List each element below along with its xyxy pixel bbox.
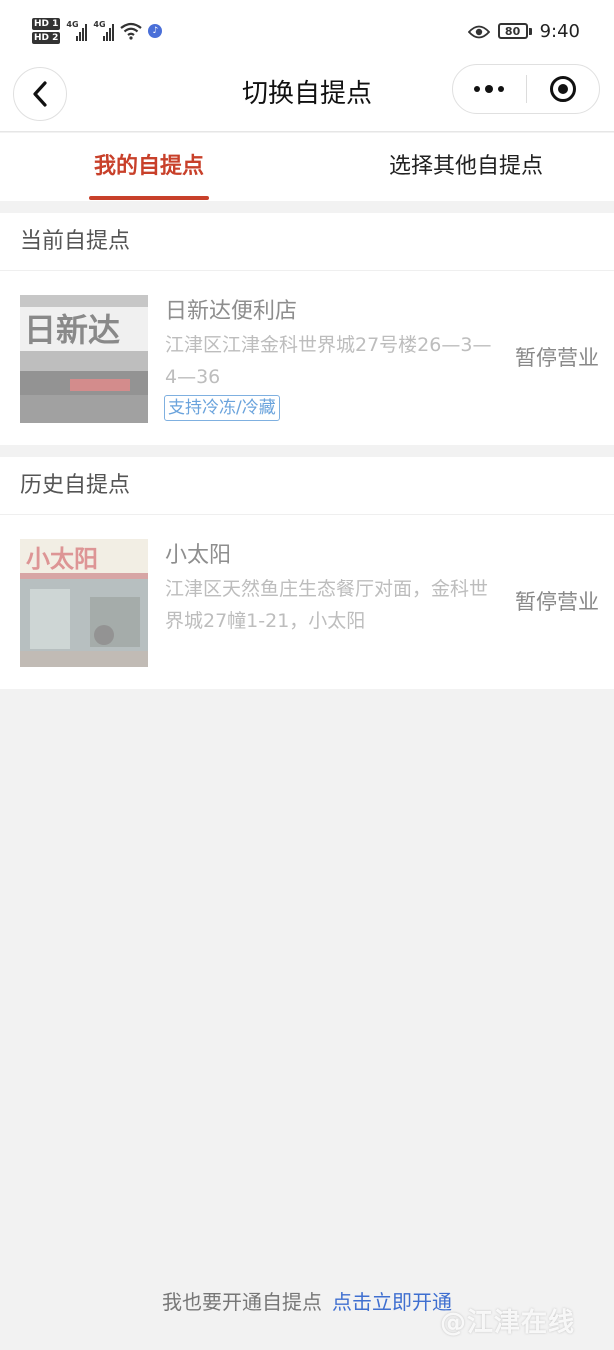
open-pickup-link[interactable]: 点击立即开通 <box>332 1290 452 1314</box>
signal-icon-2: 4G <box>93 20 115 41</box>
footer-text: 我也要开通自提点 <box>162 1290 322 1314</box>
store-name: 小太阳 <box>165 543 232 568</box>
tab-my-pickup[interactable]: 我的自提点 <box>88 133 210 201</box>
mini-program-capsule <box>452 64 600 114</box>
more-button[interactable] <box>453 65 526 113</box>
network2-label: 4G <box>93 20 106 29</box>
section-title: 历史自提点 <box>0 457 614 515</box>
chevron-left-icon <box>33 81 47 107</box>
tab-other-pickup[interactable]: 选择其他自提点 <box>378 133 554 201</box>
sim2-label: HD 2 <box>32 32 61 44</box>
section-title: 当前自提点 <box>0 213 614 271</box>
store-card[interactable]: 日新达 日新达便利店 江津区江津金科世界城27号楼26—3—4—36 支持冷冻/… <box>0 271 614 445</box>
target-circle-icon <box>549 76 576 102</box>
store-sign-text: 小太阳 <box>26 545 98 573</box>
store-address: 江津区江津金科世界城27号楼26—3—4—36 <box>165 334 492 388</box>
back-button[interactable] <box>13 67 67 121</box>
history-pickup-section: 历史自提点 小太阳 小太阳 江津区天然鱼庄生态餐厅对面，金科世界城27幢1-21… <box>0 457 614 689</box>
cold-storage-tag: 支持冷冻/冷藏 <box>164 395 280 421</box>
store-photo: 日新达 <box>20 295 148 423</box>
status-bar: HD 1 HD 2 4G 4G ♪ 80 9:40 <box>0 0 614 62</box>
tab-label: 选择其他自提点 <box>388 154 543 179</box>
battery-level: 80 <box>497 23 528 39</box>
status-left: HD 1 HD 2 4G 4G ♪ <box>32 14 163 48</box>
store-photo: 小太阳 <box>20 539 148 667</box>
signal-icon-1: 4G <box>66 20 88 41</box>
music-icon: ♪ <box>148 24 163 38</box>
store-status: 暂停营业 <box>515 590 599 614</box>
store-sign-text: 日新达 <box>24 311 120 349</box>
clock: 9:40 <box>539 20 580 42</box>
tab-bar: 我的自提点 选择其他自提点 <box>0 133 614 201</box>
sim-indicators: HD 1 HD 2 <box>32 18 61 44</box>
watermark: @江津在线 <box>440 1308 576 1338</box>
active-tab-indicator <box>89 196 209 200</box>
nav-bar: 切换自提点 <box>0 62 614 132</box>
network1-label: 4G <box>66 20 79 29</box>
eye-icon <box>467 24 490 39</box>
current-pickup-section: 当前自提点 日新达 日新达便利店 江津区江津金科世界城27号楼26—3—4—36… <box>0 213 614 445</box>
wifi-icon <box>120 22 143 40</box>
sim1-label: HD 1 <box>32 18 61 30</box>
status-right: 80 9:40 <box>467 18 580 44</box>
battery-icon: 80 <box>497 23 532 39</box>
store-address: 江津区天然鱼庄生态餐厅对面，金科世界城27幢1-21，小太阳 <box>165 578 489 632</box>
store-name: 日新达便利店 <box>165 299 298 324</box>
store-status: 暂停营业 <box>515 346 599 370</box>
close-button[interactable] <box>527 65 600 113</box>
more-dots-icon <box>474 86 481 92</box>
tab-label: 我的自提点 <box>93 154 204 179</box>
page: HD 1 HD 2 4G 4G ♪ 80 9:40 切换自提点 我的自提点 选择… <box>0 0 614 1350</box>
store-card[interactable]: 小太阳 小太阳 江津区天然鱼庄生态餐厅对面，金科世界城27幢1-21，小太阳 暂… <box>0 515 614 689</box>
